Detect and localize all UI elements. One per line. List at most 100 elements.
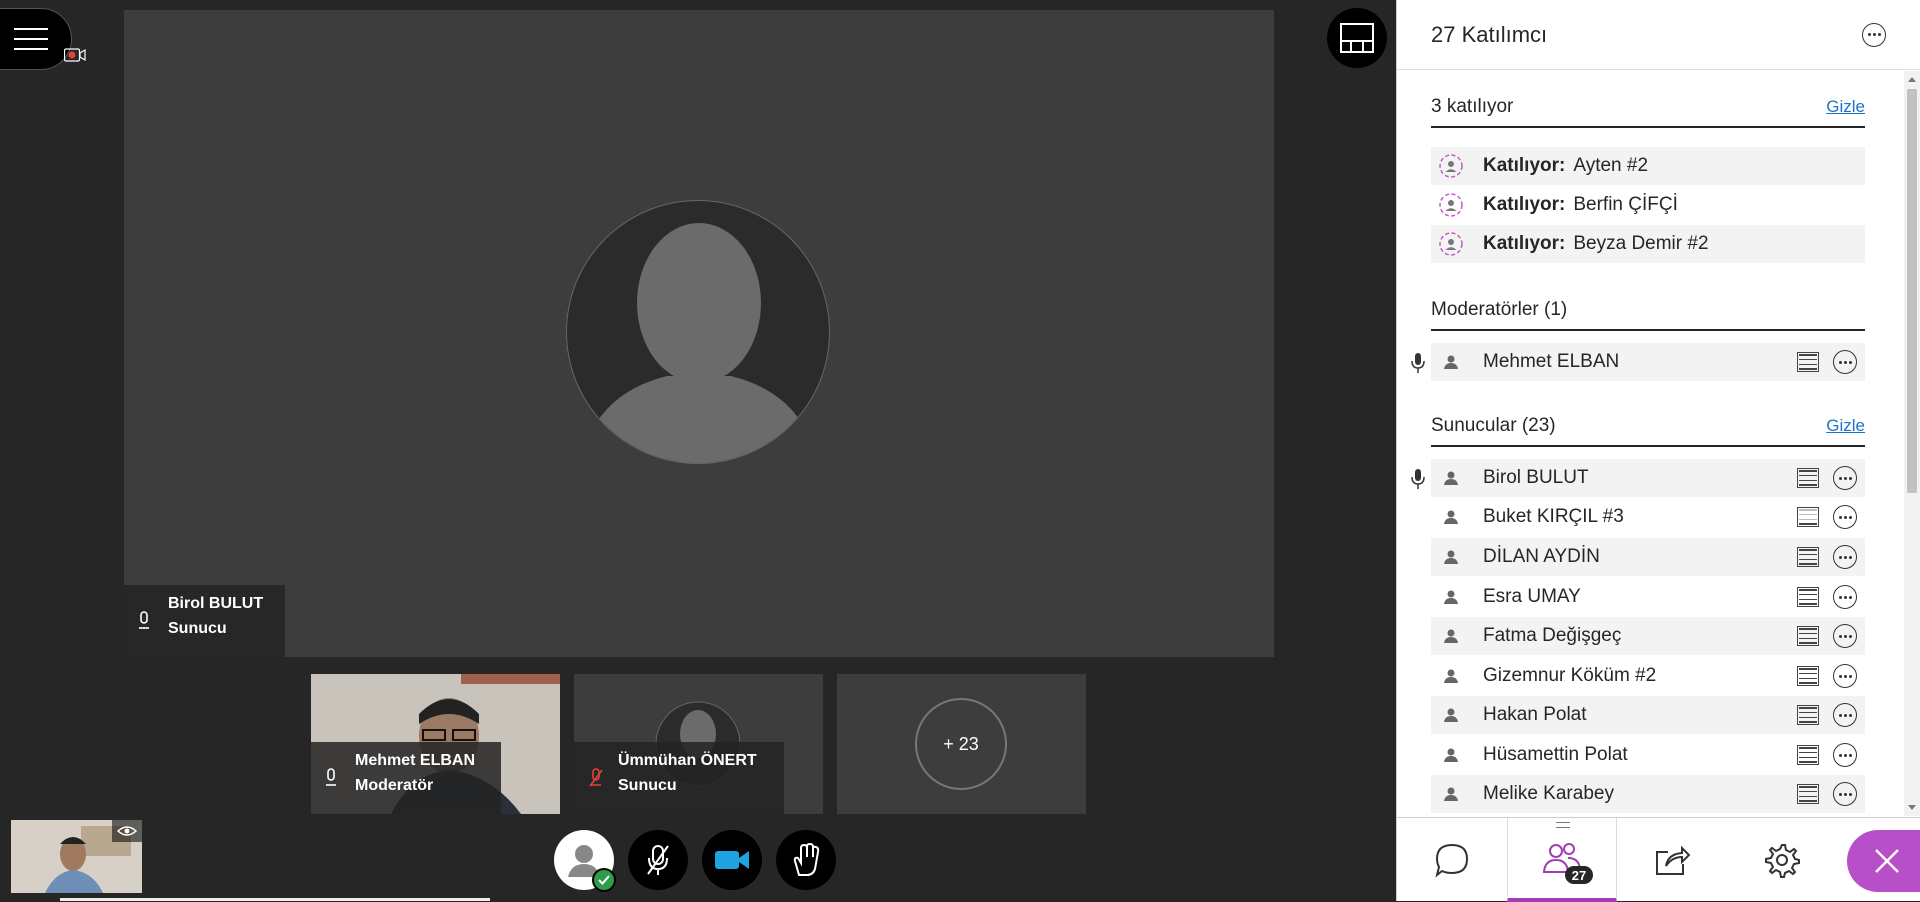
moderators-section-header: Moderatörler (1) [1431, 291, 1865, 331]
main-video-tile: Birol BULUT Sunucu [124, 10, 1274, 657]
participant-role: Moderatör [355, 777, 434, 794]
more-options-icon[interactable] [1833, 664, 1857, 688]
mute-microphone-button[interactable] [628, 830, 688, 890]
list-item[interactable]: Katılıyor: Beyza Demir #2 [1431, 225, 1865, 263]
joining-section-header: 3 katılıyor Gizle [1431, 88, 1865, 128]
share-icon [1656, 845, 1690, 875]
list-icon[interactable] [1797, 507, 1819, 527]
more-participants-tile[interactable]: + 23 [837, 674, 1086, 814]
section-title: Sunucular (23) [1431, 415, 1556, 436]
list-icon[interactable] [1797, 626, 1819, 646]
drag-handle-icon[interactable] [1556, 822, 1570, 828]
tab-settings[interactable] [1727, 818, 1837, 902]
layout-button[interactable] [1327, 8, 1387, 68]
list-item[interactable]: Esra UMAY [1431, 578, 1865, 616]
more-options-icon[interactable] [1833, 624, 1857, 648]
mic-icon [139, 611, 149, 629]
scrollbar-thumb[interactable] [1907, 89, 1917, 493]
more-options-icon[interactable] [1833, 703, 1857, 727]
participant-nametag: Mehmet ELBAN Moderatör [311, 742, 501, 814]
default-avatar-icon [566, 200, 830, 464]
participant-video-tile[interactable]: Ümmühan ÖNERT Sunucu [574, 674, 823, 814]
participant-video-tile[interactable]: Mehmet ELBAN Moderatör [311, 674, 560, 814]
panel-tab-bar: 27 [1397, 817, 1920, 902]
participant-name: Gizemnur Köküm #2 [1483, 665, 1657, 686]
list-icon[interactable] [1797, 745, 1819, 765]
list-icon[interactable] [1797, 587, 1819, 607]
video-stage: Birol BULUT Sunucu Mehmet ELBAN Moderatö… [0, 0, 1396, 901]
participant-name: Berfin ÇİFÇİ [1573, 194, 1678, 215]
list-item[interactable]: Katılıyor: Berfin ÇİFÇİ [1431, 186, 1865, 224]
user-icon [1439, 466, 1463, 490]
participant-name: Hakan Polat [1483, 704, 1587, 725]
gear-icon [1765, 844, 1800, 878]
list-item[interactable]: Hakan Polat [1431, 696, 1865, 734]
list-icon[interactable] [1797, 666, 1819, 686]
list-item[interactable]: Buket KIRÇIL #3 [1431, 498, 1865, 536]
user-icon [1439, 505, 1463, 529]
joining-user-icon [1439, 154, 1463, 178]
user-icon [1439, 624, 1463, 648]
mic-muted-icon [647, 845, 669, 875]
hide-joining-link[interactable]: Gizle [1826, 97, 1865, 117]
more-options-icon[interactable] [1833, 743, 1857, 767]
recording-icon [64, 48, 86, 62]
hide-presenters-link[interactable]: Gizle [1826, 416, 1865, 436]
eye-icon[interactable] [112, 820, 142, 842]
list-item[interactable]: Birol BULUT [1411, 459, 1865, 497]
more-options-icon[interactable] [1833, 782, 1857, 806]
list-item[interactable]: Hüsamettin Polat [1431, 736, 1865, 774]
list-item[interactable]: Mehmet ELBAN [1411, 343, 1865, 381]
close-panel-button[interactable] [1847, 830, 1920, 892]
list-icon[interactable] [1797, 468, 1819, 488]
participant-nametag: Ümmühan ÖNERT Sunucu [574, 742, 784, 814]
more-options-icon[interactable] [1833, 585, 1857, 609]
list-item[interactable]: Melike Karabey [1431, 775, 1865, 813]
scroll-up-icon[interactable] [1908, 77, 1916, 82]
list-item[interactable]: DİLAN AYDİN [1431, 538, 1865, 576]
tab-share[interactable] [1617, 818, 1727, 902]
participant-name: Hüsamettin Polat [1483, 744, 1628, 765]
participant-name: Mehmet ELBAN [1483, 351, 1620, 372]
participant-name: Ayten #2 [1573, 155, 1649, 176]
list-item[interactable]: Katılıyor: Ayten #2 [1431, 147, 1865, 185]
speaker-name: Birol BULUT [168, 595, 264, 612]
tab-chat[interactable] [1397, 818, 1507, 902]
section-title: 3 katılıyor [1431, 96, 1514, 117]
tab-participants[interactable]: 27 [1507, 818, 1617, 902]
mic-icon [326, 768, 336, 786]
participant-name: Beyza Demir #2 [1573, 233, 1709, 254]
more-options-icon[interactable] [1833, 505, 1857, 529]
participant-name: Melike Karabey [1483, 783, 1614, 804]
hamburger-icon [14, 28, 48, 50]
joining-user-icon [1439, 232, 1463, 256]
list-icon[interactable] [1797, 705, 1819, 725]
joining-label: Katılıyor: [1483, 155, 1566, 176]
more-options-icon[interactable] [1862, 22, 1886, 47]
list-icon[interactable] [1797, 784, 1819, 804]
list-icon[interactable] [1797, 547, 1819, 567]
raise-hand-button[interactable] [776, 830, 836, 890]
more-participants-count[interactable]: + 23 [915, 698, 1007, 790]
list-icon[interactable] [1797, 352, 1819, 372]
mic-muted-icon [589, 768, 603, 787]
joining-user-icon [1439, 193, 1463, 217]
scroll-down-icon[interactable] [1908, 805, 1916, 810]
mic-icon [1411, 469, 1425, 489]
camera-button[interactable] [702, 830, 762, 890]
user-icon [1439, 743, 1463, 767]
main-speaker-nametag: Birol BULUT Sunucu [124, 585, 285, 657]
status-button[interactable] [554, 830, 616, 892]
more-options-icon[interactable] [1833, 350, 1857, 374]
joining-label: Katılıyor: [1483, 233, 1566, 254]
self-view-video[interactable] [11, 820, 142, 893]
list-item[interactable]: Gizemnur Köküm #2 [1431, 657, 1865, 695]
scrollbar[interactable] [1904, 71, 1920, 816]
more-options-icon[interactable] [1833, 545, 1857, 569]
more-options-icon[interactable] [1833, 466, 1857, 490]
participant-name: Buket KIRÇIL #3 [1483, 506, 1624, 527]
menu-button[interactable] [0, 8, 72, 70]
speaker-role: Sunucu [168, 620, 227, 637]
section-title: Moderatörler (1) [1431, 299, 1568, 320]
list-item[interactable]: Fatma Değişgeç [1431, 617, 1865, 655]
